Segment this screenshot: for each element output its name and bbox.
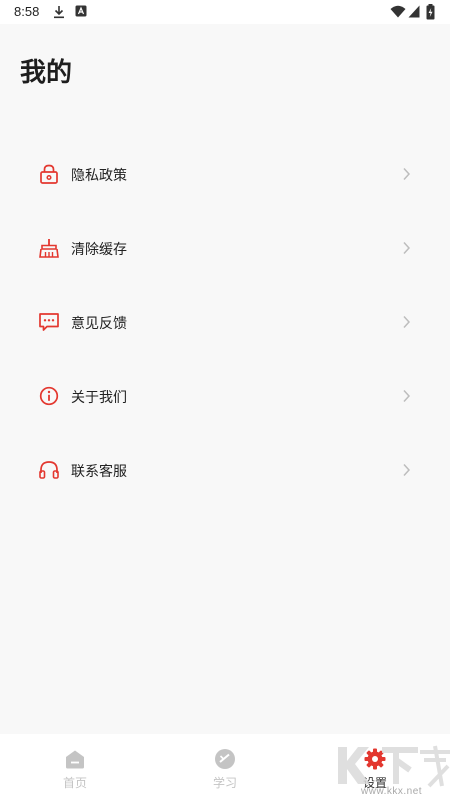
- status-time: 8:58: [14, 4, 40, 19]
- home-icon: [66, 750, 84, 769]
- menu-item-privacy-policy[interactable]: 隐私政策: [0, 146, 450, 202]
- notification-a-icon: [75, 5, 87, 17]
- lock-icon: [40, 164, 58, 184]
- menu-item-label: 清除缓存: [71, 242, 127, 258]
- menu-item-label: 隐私政策: [71, 168, 127, 184]
- chevron-right-icon: [403, 241, 411, 255]
- watermark-logo: [338, 745, 450, 788]
- watermark-url: www.kkx.net: [361, 786, 423, 797]
- message-icon: [39, 313, 59, 331]
- menu-item-feedback[interactable]: 意见反馈: [0, 294, 450, 350]
- menu-item-label: 意见反馈: [71, 316, 127, 332]
- main-content: 我的 隐私政策 清除缓存 意见反馈 关于我们 联系客服: [0, 24, 450, 734]
- chevron-right-icon: [403, 315, 411, 329]
- study-icon: [215, 749, 235, 769]
- broom-icon: [39, 239, 59, 258]
- tab-study[interactable]: 学习: [150, 734, 300, 800]
- wifi-icon: [390, 5, 406, 18]
- tab-label: 首页: [62, 776, 87, 790]
- menu-item-label: 关于我们: [71, 390, 127, 406]
- status-bar: 8:58: [0, 0, 450, 24]
- chevron-right-icon: [403, 167, 411, 181]
- menu-item-about-us[interactable]: 关于我们: [0, 368, 450, 424]
- chevron-right-icon: [403, 389, 411, 403]
- signal-icon: [408, 5, 420, 18]
- battery-charging-icon: [426, 4, 435, 20]
- tab-label: 学习: [212, 776, 237, 790]
- menu-item-label: 联系客服: [71, 464, 127, 480]
- menu-item-clear-cache[interactable]: 清除缓存: [0, 220, 450, 276]
- chevron-right-icon: [403, 463, 411, 477]
- download-icon: [54, 6, 64, 19]
- info-icon: [39, 386, 59, 406]
- menu-item-customer-service[interactable]: 联系客服: [0, 442, 450, 498]
- page-title: 我的: [20, 58, 73, 88]
- tab-home[interactable]: 首页: [0, 734, 150, 800]
- headset-icon: [39, 461, 59, 479]
